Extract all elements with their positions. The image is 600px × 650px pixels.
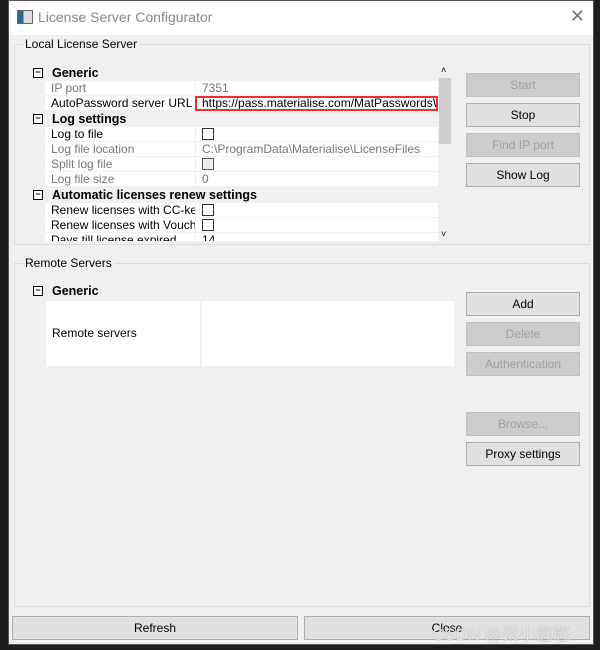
property-value[interactable]: 7351 <box>195 81 438 97</box>
property-label: Log file location <box>45 142 200 157</box>
find-ip-port-button[interactable]: Find IP port <box>466 133 580 157</box>
property-value[interactable]: 14 <box>195 233 438 241</box>
category-label: Generic <box>52 66 99 80</box>
property-row[interactable]: Renew licenses with Vouch... <box>29 218 438 233</box>
window-title: License Server Configurator <box>38 9 213 25</box>
checkbox[interactable] <box>202 127 214 140</box>
property-label: Renew licenses with CC-key <box>45 202 200 218</box>
start-button[interactable]: Start <box>466 73 580 97</box>
property-row[interactable]: AutoPassword server URL https://pass.mate… <box>29 96 438 112</box>
local-property-grid[interactable]: − Generic IP port 7351 AutoPassword server U… <box>29 64 438 241</box>
collapse-icon[interactable]: − <box>33 68 43 78</box>
property-value[interactable] <box>195 202 438 218</box>
checkbox[interactable] <box>202 219 214 231</box>
group-label: Remote Servers <box>23 256 114 270</box>
scroll-down-icon[interactable]: ˅ <box>441 229 446 239</box>
property-label: Log to file <box>45 126 200 142</box>
watermark: CSDN @梁小憨憨 <box>432 625 571 644</box>
remote-servers-value[interactable] <box>201 301 454 366</box>
property-row[interactable]: Log file location C:\ProgramData\Material… <box>29 142 438 157</box>
property-label: Days till license expired <box>45 233 200 241</box>
property-label: Renew licenses with Vouch... <box>45 218 200 233</box>
property-value[interactable]: https://pass.materialise.com/MatPassword… <box>195 96 438 112</box>
property-label: Split log file <box>45 157 200 173</box>
browse-button[interactable]: Browse... <box>466 412 580 436</box>
category-generic[interactable]: − Generic <box>29 66 438 81</box>
title-bar: License Server Configurator ✕ <box>9 1 593 35</box>
property-row[interactable]: Log to file <box>29 126 438 142</box>
property-row[interactable]: Days till license expired 14 <box>29 233 438 241</box>
category-automatic-licenses-renew-settings[interactable]: − Automatic licenses renew settings <box>29 188 438 203</box>
authentication-button[interactable]: Authentication <box>466 352 580 376</box>
category-log-settings[interactable]: − Log settings <box>29 112 438 127</box>
show-log-button[interactable]: Show Log <box>466 163 580 187</box>
property-row[interactable]: Split log file <box>29 157 438 173</box>
category-generic[interactable]: − Generic <box>29 284 438 299</box>
delete-button[interactable]: Delete <box>466 322 580 346</box>
remote-servers-group: Remote Servers − Generic Remote servers … <box>14 256 590 607</box>
add-button[interactable]: Add <box>466 292 580 316</box>
property-value-text[interactable]: 7351 <box>202 81 229 95</box>
property-value[interactable] <box>195 218 438 233</box>
property-label: Log file size <box>45 172 200 188</box>
property-label: AutoPassword server URL <box>45 96 200 112</box>
collapse-icon[interactable]: − <box>33 113 43 124</box>
category-label: Log settings <box>52 111 127 126</box>
close-icon[interactable]: ✕ <box>570 6 585 27</box>
vertical-scrollbar[interactable]: ˄ ˅ <box>438 64 452 241</box>
property-row[interactable]: Renew licenses with CC-key <box>29 202 438 218</box>
app-icon <box>17 10 33 24</box>
property-value-text[interactable]: 0 <box>202 172 209 186</box>
remote-servers-label: Remote servers <box>46 301 200 366</box>
refresh-button[interactable]: Refresh <box>12 616 298 640</box>
collapse-icon[interactable]: − <box>33 189 43 200</box>
group-label: Local License Server <box>23 37 140 51</box>
checkbox[interactable] <box>202 203 214 216</box>
license-server-configurator-window: License Server Configurator ✕ Local Lice… <box>8 0 594 645</box>
property-value[interactable] <box>195 126 438 142</box>
property-value[interactable]: 0 <box>195 172 438 188</box>
local-license-server-group: Local License Server − Generic IP port 7351… <box>14 37 590 245</box>
property-value-text[interactable]: C:\ProgramData\Materialise\LicenseFiles <box>202 142 420 156</box>
proxy-settings-button[interactable]: Proxy settings <box>466 442 580 466</box>
property-value[interactable]: C:\ProgramData\Materialise\LicenseFiles <box>195 142 438 157</box>
category-label: Automatic licenses renew settings <box>52 187 257 202</box>
property-label: IP port <box>45 81 200 97</box>
property-value-text[interactable]: 14 <box>202 233 215 241</box>
property-value[interactable] <box>195 157 438 173</box>
checkbox[interactable] <box>202 158 214 171</box>
collapse-icon[interactable]: − <box>33 286 43 296</box>
scroll-up-icon[interactable]: ˄ <box>441 65 446 75</box>
property-row[interactable]: Log file size 0 <box>29 172 438 188</box>
stop-button[interactable]: Stop <box>466 103 580 127</box>
property-row[interactable]: IP port 7351 <box>29 81 438 97</box>
property-value-text[interactable]: https://pass.materialise.com/MatPassword… <box>202 96 438 110</box>
scrollbar-thumb[interactable] <box>439 78 451 144</box>
